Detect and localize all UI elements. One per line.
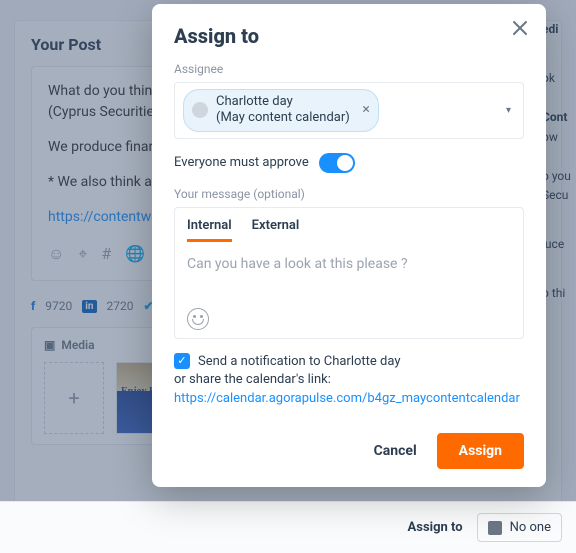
message-field-label: Your message (optional) (174, 187, 524, 201)
tab-internal[interactable]: Internal (187, 218, 232, 242)
user-square-icon (488, 521, 502, 535)
assign-to-label: Assign to (408, 520, 463, 535)
assignee-select[interactable]: Charlotte day (May content calendar) × ▾ (174, 82, 524, 139)
message-box: Internal External Can you have a look at… (174, 207, 524, 339)
assignee-field-label: Assignee (174, 62, 524, 76)
assign-button[interactable]: Assign (437, 433, 524, 469)
assignee-chip: Charlotte day (May content calendar) × (183, 89, 379, 132)
emoji-picker-icon[interactable] (187, 308, 209, 330)
tab-external[interactable]: External (252, 218, 300, 242)
close-icon[interactable] (510, 18, 530, 38)
message-textarea[interactable]: Can you have a look at this please ? (187, 256, 511, 294)
assign-to-modal: Assign to Assignee Charlotte day (May co… (152, 4, 546, 487)
chevron-down-icon[interactable]: ▾ (502, 105, 515, 116)
notify-checkbox[interactable]: ✓ (174, 353, 190, 369)
avatar (192, 102, 208, 118)
cancel-button[interactable]: Cancel (368, 435, 423, 467)
notification-row: ✓Send a notification to Charlotte day or… (174, 353, 524, 410)
modal-title: Assign to (174, 24, 524, 48)
calendar-share-link[interactable]: https://calendar.agorapulse.com/b4gz_may… (174, 391, 520, 406)
approve-label: Everyone must approve (174, 155, 309, 170)
remove-chip-icon[interactable]: × (362, 102, 369, 120)
assignee-name: Charlotte day (216, 94, 350, 110)
assignee-picker-button[interactable]: No one (477, 513, 562, 542)
footer-assign-bar: Assign to No one (0, 501, 576, 553)
assignee-subtext: (May content calendar) (216, 110, 350, 126)
everyone-approve-toggle[interactable] (319, 153, 355, 173)
